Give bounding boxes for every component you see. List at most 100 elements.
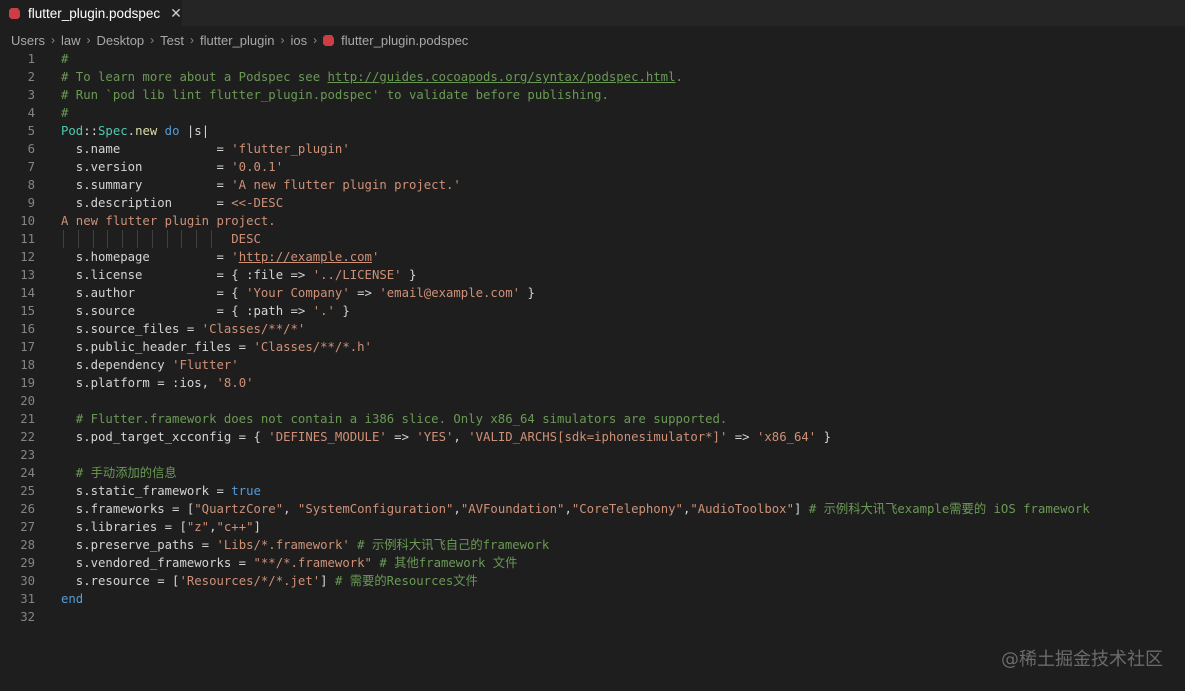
code-token: }: [401, 268, 417, 282]
code-line[interactable]: 27 s.libraries = ["z","c++"]: [0, 518, 1185, 536]
code-token: =>: [386, 430, 417, 444]
code-line[interactable]: 29 s.vendored_frameworks = "**/*.framewo…: [0, 554, 1185, 572]
code-token: "SystemConfiguration": [297, 502, 454, 516]
code-token: s.license = { :file =>: [61, 268, 313, 282]
code-line[interactable]: 6 s.name = 'flutter_plugin': [0, 140, 1185, 158]
line-number: 13: [20, 268, 35, 282]
code-line[interactable]: 28 s.preserve_paths = 'Libs/*.framework'…: [0, 536, 1185, 554]
indent-guide: [77, 230, 79, 248]
code-line[interactable]: 26 s.frameworks = ["QuartzCore", "System…: [0, 500, 1185, 518]
code-token: 'VALID_ARCHS[sdk=iphonesimulator*]': [468, 430, 728, 444]
code-token: #: [61, 52, 69, 66]
code-text: s.platform = :ios, '8.0': [61, 374, 254, 392]
code-token: # 示例科大讯飞example需要的 iOS framework: [808, 502, 1090, 516]
code-text: s.source_files = 'Classes/**/*': [61, 320, 306, 338]
code-line[interactable]: 12 s.homepage = 'http://example.com': [0, 248, 1185, 266]
chevron-right-icon: ›: [313, 33, 318, 47]
code-token: end: [61, 592, 84, 606]
line-number: 11: [20, 232, 35, 246]
code-token: s.preserve_paths =: [61, 538, 217, 552]
code-token: s.dependency: [61, 358, 173, 372]
code-line[interactable]: 14 s.author = { 'Your Company' => 'email…: [0, 284, 1185, 302]
code-token: s.platform = :ios,: [61, 376, 217, 390]
line-number: 22: [20, 430, 35, 444]
code-text: #: [61, 104, 68, 122]
code-line[interactable]: 8 s.summary = 'A new flutter plugin proj…: [0, 176, 1185, 194]
breadcrumb-item-flutter-plugin[interactable]: flutter_plugin: [200, 33, 274, 48]
code-token: s.pod_target_xcconfig = {: [61, 430, 269, 444]
code-line[interactable]: 19 s.platform = :ios, '8.0': [0, 374, 1185, 392]
line-number: 1: [27, 52, 35, 66]
code-text: A new flutter plugin project.: [61, 212, 276, 230]
code-line[interactable]: 31 end: [0, 590, 1185, 608]
code-line[interactable]: 9 s.description = <<-DESC: [0, 194, 1185, 212]
code-line[interactable]: 30 s.resource = ['Resources/*/*.jet'] # …: [0, 572, 1185, 590]
code-token: 'email@example.com': [379, 286, 521, 300]
line-number: 19: [20, 376, 35, 390]
chevron-right-icon: ›: [150, 33, 155, 47]
code-text: s.description = <<-DESC: [61, 194, 283, 212]
code-text: s.summary = 'A new flutter plugin projec…: [61, 176, 461, 194]
line-number: 9: [27, 196, 35, 210]
breadcrumb-file-label: flutter_plugin.podspec: [341, 32, 469, 48]
code-token: "z": [186, 520, 210, 534]
breadcrumb-item-file[interactable]: flutter_plugin.podspec: [323, 33, 468, 48]
code-token: "AudioToolbox": [690, 502, 794, 516]
code-line[interactable]: 7 s.version = '0.0.1': [0, 158, 1185, 176]
code-line[interactable]: 13 s.license = { :file => '../LICENSE' }: [0, 266, 1185, 284]
code-line[interactable]: 4 #: [0, 104, 1185, 122]
code-token: s.author = {: [61, 286, 247, 300]
code-token: ]: [320, 574, 335, 588]
line-number: 10: [20, 214, 35, 228]
code-token: 'flutter_plugin': [231, 142, 350, 156]
tab-flutter-plugin-podspec[interactable]: flutter_plugin.podspec ✕: [0, 0, 183, 26]
breadcrumb-item-desktop[interactable]: Desktop: [96, 33, 144, 48]
code-token: s.summary =: [61, 178, 232, 192]
code-line[interactable]: 15 s.source = { :path => '.' }: [0, 302, 1185, 320]
code-line[interactable]: 16 s.source_files = 'Classes/**/*': [0, 320, 1185, 338]
code-token: 'Flutter': [172, 358, 239, 372]
code-line[interactable]: 10 A new flutter plugin project.: [0, 212, 1185, 230]
code-line[interactable]: 5 Pod::Spec.new do |s|: [0, 122, 1185, 140]
code-editor[interactable]: 1 #2 # To learn more about a Podspec see h…: [0, 50, 1185, 630]
code-line[interactable]: 1 #: [0, 50, 1185, 68]
ruby-file-icon: [323, 34, 335, 46]
close-icon[interactable]: ✕: [170, 6, 182, 20]
code-line[interactable]: 3 # Run `pod lib lint flutter_plugin.pods…: [0, 86, 1185, 104]
code-line[interactable]: 23: [0, 446, 1185, 464]
code-line[interactable]: 20: [0, 392, 1185, 410]
breadcrumb-item-test[interactable]: Test: [160, 33, 184, 48]
code-line[interactable]: 24 # 手动添加的信息: [0, 464, 1185, 482]
code-token: ]: [253, 520, 261, 534]
chevron-right-icon: ›: [190, 33, 195, 47]
code-line[interactable]: 21 # Flutter.framework does not contain …: [0, 410, 1185, 428]
code-line[interactable]: 25 s.static_framework = true: [0, 482, 1185, 500]
code-line[interactable]: 32: [0, 608, 1185, 626]
code-token: # 手动添加的信息: [61, 466, 177, 480]
code-line[interactable]: 11 DESC: [0, 230, 1185, 248]
code-line[interactable]: 22 s.pod_target_xcconfig = { 'DEFINES_MO…: [0, 428, 1185, 446]
code-text: s.preserve_paths = 'Libs/*.framework' # …: [61, 536, 549, 554]
watermark: @稀土掘金技术社区: [1001, 649, 1163, 670]
code-text: s.vendored_frameworks = "**/*.framework"…: [61, 554, 518, 572]
code-line[interactable]: 18 s.dependency 'Flutter': [0, 356, 1185, 374]
code-line[interactable]: 17 s.public_header_files = 'Classes/**/*…: [0, 338, 1185, 356]
code-token: # 示例科大讯飞自己的framework: [357, 538, 550, 552]
indent-guide: [196, 230, 198, 248]
code-text: # Run `pod lib lint flutter_plugin.podsp…: [61, 86, 609, 104]
line-number: 23: [20, 448, 35, 462]
breadcrumb-item-users[interactable]: Users: [11, 33, 45, 48]
code-token: "AVFoundation": [460, 502, 565, 516]
indent-guide: [211, 230, 212, 248]
code-text: s.author = { 'Your Company' => 'email@ex…: [61, 284, 535, 302]
indent-guide: [151, 230, 153, 248]
breadcrumb-item-law[interactable]: law: [61, 33, 81, 48]
code-token: s.source = { :path =>: [61, 304, 313, 318]
code-token: s.name =: [61, 142, 232, 156]
indent-guide: [166, 230, 168, 248]
breadcrumb-item-ios[interactable]: ios: [290, 33, 307, 48]
code-token: DESC: [61, 232, 261, 246]
indent-guide: [181, 230, 183, 248]
code-text: # 手动添加的信息: [61, 464, 177, 482]
code-line[interactable]: 2 # To learn more about a Podspec see htt…: [0, 68, 1185, 86]
